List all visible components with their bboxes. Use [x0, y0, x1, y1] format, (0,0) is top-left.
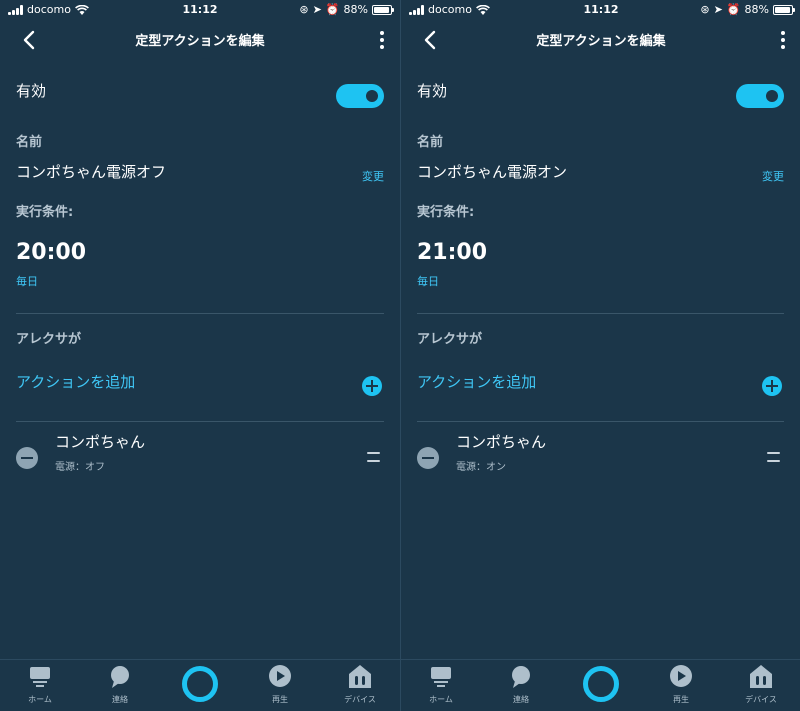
remove-action-minus-icon[interactable]: [417, 447, 439, 469]
tab-play-label: 再生: [673, 695, 689, 704]
rotation-lock-icon: ⊛: [299, 3, 309, 16]
divider: [16, 313, 384, 314]
tab-play[interactable]: 再生: [651, 664, 711, 705]
tab-home-label: ホーム: [28, 695, 52, 704]
alexa-ring-icon: [583, 666, 619, 702]
repeat-schedule[interactable]: 毎日: [16, 273, 38, 289]
name-label: 名前: [417, 135, 444, 150]
screenshot-pair: docomo 11:12 ⊛ ➤ ⏰ 88% 定型アクションを編集 有効 名前 …: [0, 0, 800, 711]
drag-handle-icon[interactable]: [767, 452, 780, 462]
action-device-name[interactable]: コンポちゃん: [55, 431, 145, 452]
enabled-toggle[interactable]: [336, 84, 384, 108]
status-indicators: ⊛ ➤ ⏰ 88%: [299, 3, 394, 16]
name-label: 名前: [16, 135, 43, 150]
phone-screen-right: docomo 11:12 ⊛ ➤ ⏰ 88% 定型アクションを編集 有効 名前 …: [400, 0, 800, 711]
tab-play[interactable]: 再生: [250, 664, 310, 705]
add-action-plus-icon[interactable]: [362, 376, 382, 396]
nav-bar: 定型アクションを編集: [0, 20, 400, 60]
routine-name: コンポちゃん電源オフ: [16, 163, 167, 181]
rotation-lock-icon: ⊛: [700, 3, 710, 16]
alarm-icon: ⏰: [325, 3, 340, 16]
add-action-link[interactable]: アクションを追加: [417, 371, 536, 392]
tab-home[interactable]: ホーム: [10, 664, 70, 705]
tab-communicate[interactable]: 連絡: [491, 664, 551, 705]
tab-communicate-label: 連絡: [112, 695, 128, 704]
drag-handle-icon[interactable]: [367, 452, 380, 462]
location-icon: ➤: [312, 3, 322, 16]
battery-icon: [773, 4, 795, 15]
condition-label: 実行条件:: [16, 205, 74, 220]
change-name-link[interactable]: 変更: [762, 168, 784, 184]
enabled-label: 有効: [417, 82, 448, 100]
more-options-icon[interactable]: [376, 30, 388, 50]
status-bar: docomo 11:12 ⊛ ➤ ⏰ 88%: [401, 0, 800, 20]
tab-bar: ホーム 連絡 再生 デバイス: [0, 659, 400, 711]
tab-devices-label: デバイス: [745, 695, 777, 704]
tab-devices-label: デバイス: [344, 695, 376, 704]
alarm-icon: ⏰: [726, 3, 741, 16]
speech-bubble-icon: [108, 664, 132, 690]
more-options-icon[interactable]: [777, 30, 789, 50]
tab-alexa[interactable]: [571, 666, 631, 702]
home-icon: [429, 664, 453, 690]
smart-home-icon: [749, 664, 773, 690]
tab-communicate-label: 連絡: [513, 695, 529, 704]
action-device-name[interactable]: コンポちゃん: [456, 431, 546, 452]
home-icon: [28, 664, 52, 690]
location-icon: ➤: [713, 3, 723, 16]
tab-home[interactable]: ホーム: [411, 664, 471, 705]
change-name-link[interactable]: 変更: [362, 168, 384, 184]
tab-home-label: ホーム: [429, 695, 453, 704]
action-detail: 電源：オフ: [55, 462, 105, 473]
add-action-link[interactable]: アクションを追加: [16, 371, 135, 392]
trigger-time[interactable]: 21:00: [417, 240, 487, 265]
play-icon: [268, 664, 292, 690]
battery-percent: 88%: [343, 3, 368, 16]
condition-label: 実行条件:: [417, 205, 475, 220]
enabled-row: 有効: [16, 80, 384, 110]
routine-name: コンポちゃん電源オン: [417, 163, 568, 181]
smart-home-icon: [348, 664, 372, 690]
alexa-ring-icon: [182, 666, 218, 702]
tab-devices[interactable]: デバイス: [731, 664, 791, 705]
tab-alexa[interactable]: [170, 666, 230, 702]
alexa-section-label: アレクサが: [417, 332, 483, 347]
page-title: 定型アクションを編集: [536, 34, 666, 49]
toggle-knob: [366, 90, 378, 102]
alexa-section-label: アレクサが: [16, 332, 82, 347]
tab-bar: ホーム 連絡 再生 デバイス: [401, 659, 800, 711]
toggle-knob: [766, 90, 778, 102]
phone-screen-left: docomo 11:12 ⊛ ➤ ⏰ 88% 定型アクションを編集 有効 名前 …: [0, 0, 400, 711]
add-action-plus-icon[interactable]: [762, 376, 782, 396]
divider: [417, 313, 784, 314]
tab-communicate[interactable]: 連絡: [90, 664, 150, 705]
battery-icon: [372, 4, 394, 15]
play-icon: [669, 664, 693, 690]
status-indicators: ⊛ ➤ ⏰ 88%: [700, 3, 795, 16]
tab-play-label: 再生: [272, 695, 288, 704]
action-detail: 電源：オン: [456, 462, 506, 473]
repeat-schedule[interactable]: 毎日: [417, 273, 439, 289]
divider: [417, 421, 784, 422]
divider: [16, 421, 384, 422]
status-bar: docomo 11:12 ⊛ ➤ ⏰ 88%: [0, 0, 400, 20]
tab-devices[interactable]: デバイス: [330, 664, 390, 705]
speech-bubble-icon: [509, 664, 533, 690]
page-title: 定型アクションを編集: [135, 34, 265, 49]
battery-percent: 88%: [744, 3, 769, 16]
enabled-row: 有効: [417, 80, 784, 110]
enabled-toggle[interactable]: [736, 84, 784, 108]
enabled-label: 有効: [16, 82, 47, 100]
nav-bar: 定型アクションを編集: [401, 20, 800, 60]
remove-action-minus-icon[interactable]: [16, 447, 38, 469]
trigger-time[interactable]: 20:00: [16, 240, 86, 265]
